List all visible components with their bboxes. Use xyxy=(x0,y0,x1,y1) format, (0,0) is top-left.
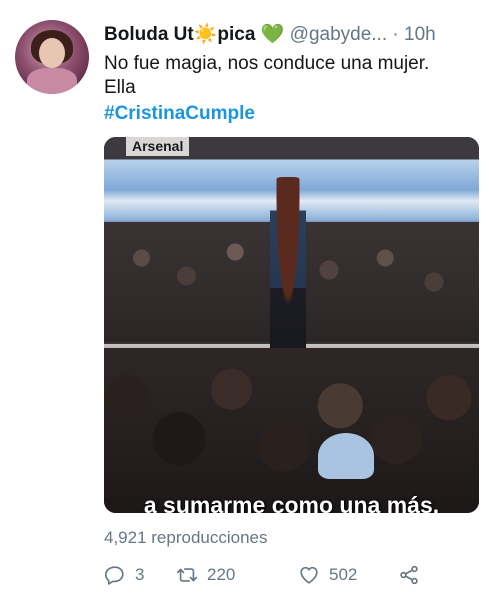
avatar[interactable] xyxy=(15,20,89,94)
like-button[interactable]: 502 xyxy=(298,562,357,588)
view-count: 4,921 reproducciones xyxy=(104,528,268,547)
video-subtitle: a sumarme como una más. xyxy=(143,492,440,513)
tweet-actions: 3 220 502 xyxy=(104,562,479,588)
retweet-count: 220 xyxy=(207,565,236,584)
video-crowd-foreground xyxy=(104,348,479,513)
like-icon xyxy=(300,566,318,584)
video-speaker xyxy=(270,177,306,362)
reply-icon xyxy=(105,566,124,585)
green-heart-icon: 💚 xyxy=(260,24,285,45)
author-name-start: Boluda Ut xyxy=(104,24,194,45)
tweet-text-line-1: No fue magia, nos conduce una mujer. xyxy=(104,53,430,74)
retweet-button[interactable]: 220 xyxy=(176,562,235,588)
avatar-face xyxy=(39,38,65,68)
avatar-body xyxy=(27,68,77,94)
sun-icon: ☀️ xyxy=(193,24,218,45)
tweet-time[interactable]: 10h xyxy=(404,24,436,45)
reply-count: 3 xyxy=(135,565,145,584)
hashtag-link[interactable]: #CristinaCumple xyxy=(104,103,255,125)
tweet-text-line-2: Ella xyxy=(104,77,136,98)
author-handle[interactable]: @gabyde... xyxy=(290,24,387,45)
author-name[interactable]: Boluda Ut☀️pica 💚 xyxy=(104,24,284,45)
like-count: 502 xyxy=(329,565,358,584)
video-channel-label: Arsenal xyxy=(126,137,190,156)
reply-button[interactable]: 3 xyxy=(104,562,144,588)
separator-dot: · xyxy=(392,24,399,45)
tweet-header: Boluda Ut☀️pica 💚 @gabyde... · 10h xyxy=(104,22,479,46)
share-button[interactable] xyxy=(398,562,420,588)
video-player[interactable]: Arsenal a sumarme como una más. xyxy=(104,137,479,513)
author-name-end: pica xyxy=(217,24,256,45)
video-beanie xyxy=(318,433,374,479)
retweet-icon xyxy=(176,568,198,582)
share-icon xyxy=(400,565,418,585)
tweet-text: No fue magia, nos conduce una mujer. Ell… xyxy=(104,52,429,100)
